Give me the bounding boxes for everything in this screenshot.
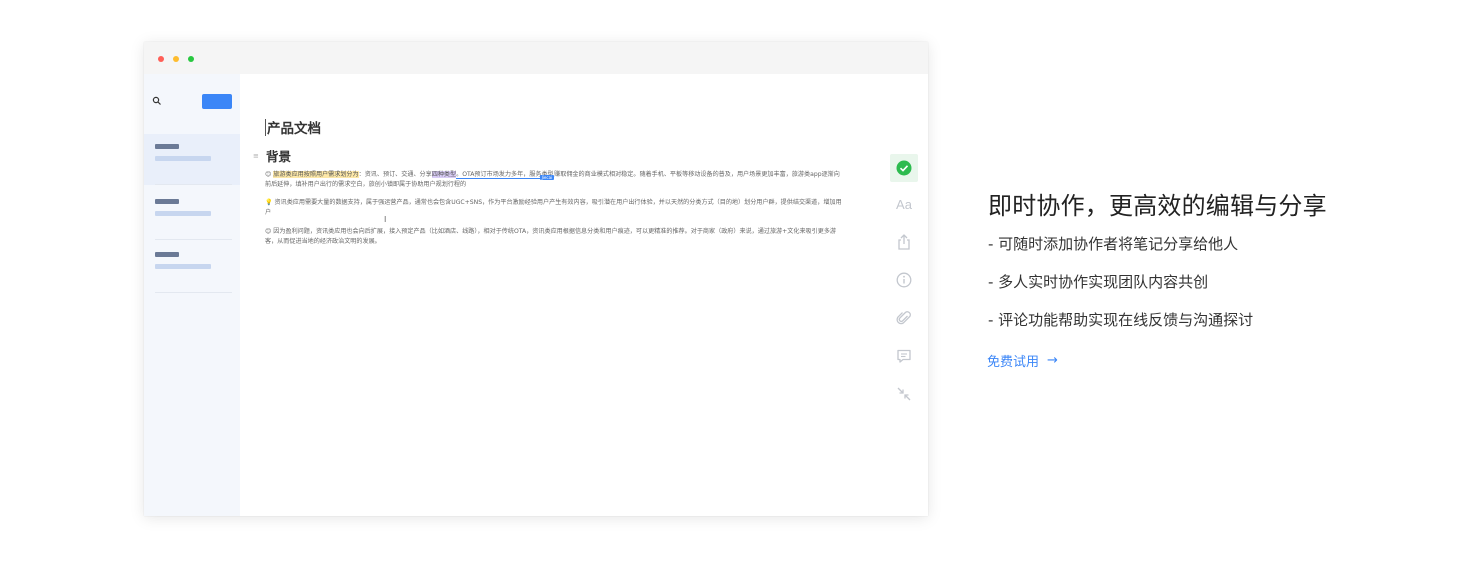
highlighted-text: 四种类型 — [431, 171, 457, 178]
minimize-window-dot[interactable] — [173, 56, 179, 62]
sidebar-note-item[interactable] — [144, 189, 240, 240]
free-trial-label: 免费试用 — [987, 355, 1040, 370]
app-window-preview: 产品文档 ≡ 背景 😊 旅游类应用按照用户需求划分为：资讯、预订、交通、分享四种… — [144, 42, 928, 516]
close-window-dot[interactable] — [158, 56, 164, 62]
highlighted-text: 旅游类应用按照用户需求划分为 — [273, 171, 359, 178]
divider — [155, 292, 232, 293]
feature-item: - 评论功能帮助实现在线反馈与沟通探讨 — [988, 311, 1254, 329]
document-editor[interactable]: 产品文档 ≡ 背景 😊 旅游类应用按照用户需求划分为：资讯、预订、交通、分享四种… — [240, 74, 928, 516]
sidebar-note-item[interactable] — [144, 134, 240, 185]
feature-item: - 多人实时协作实现团队内容共创 — [988, 273, 1209, 291]
new-note-button[interactable] — [202, 94, 232, 109]
note-preview-placeholder — [155, 211, 211, 216]
note-preview-placeholder — [155, 264, 211, 269]
divider — [155, 239, 232, 240]
info-icon — [896, 272, 912, 288]
window-titlebar — [144, 42, 928, 74]
sidebar-note-item[interactable] — [144, 242, 240, 293]
sidebar — [144, 74, 240, 516]
paragraph[interactable]: 💡 资讯类应用需要大量的数据支持，属于强运营产品，通常也会包含UGC+SNS，作… — [265, 198, 843, 218]
ibeam-cursor-icon: I — [384, 215, 387, 224]
attach-button[interactable] — [892, 306, 916, 330]
paragraph[interactable]: 😊 旅游类应用按照用户需求划分为：资讯、预订、交通、分享四种类型。OTA预订市场… — [265, 170, 843, 190]
feature-item: - 可随时添加协作者将笔记分享给他人 — [988, 235, 1239, 253]
paragraph-text: 资讯类应用需要大量的数据支持，属于强运营产品，通常也会包含UGC+SNS，作为平… — [265, 199, 842, 216]
free-trial-link[interactable]: 免费试用 → — [987, 351, 1058, 370]
heading-marker: ≡ — [253, 152, 259, 160]
collaborator-cursor-tag: Jiecai — [539, 175, 555, 180]
document-title[interactable]: 产品文档 — [267, 117, 321, 137]
bulb-emoji: 💡 — [265, 199, 273, 206]
divider — [155, 184, 232, 185]
arrow-right-icon: → — [1047, 353, 1058, 368]
info-button[interactable] — [892, 268, 916, 292]
comment-button[interactable] — [892, 344, 916, 368]
feature-title: 即时协作，更高效的编辑与分享 — [988, 192, 1327, 220]
collapse-icon — [897, 387, 911, 401]
paragraph-text: ：资讯、预订、交通、分享 — [358, 171, 432, 178]
note-title-placeholder — [155, 252, 179, 257]
collapse-button[interactable] — [892, 382, 916, 406]
search-icon[interactable] — [152, 96, 162, 106]
comment-icon — [897, 349, 911, 363]
note-title-placeholder — [155, 144, 179, 149]
paragraph-text: 因为盈利问题，资讯类应用也会向后扩展，接入预定产品（比如酒店、线路），相对于传统… — [265, 228, 837, 245]
share-button[interactable] — [892, 230, 916, 254]
note-preview-placeholder — [155, 156, 211, 161]
font-format-button[interactable]: Aa — [892, 192, 916, 216]
note-title-placeholder — [155, 199, 179, 204]
share-icon — [898, 234, 910, 250]
section-heading[interactable]: 背景 — [266, 146, 291, 165]
maximize-window-dot[interactable] — [188, 56, 194, 62]
paperclip-icon — [896, 311, 911, 325]
smile-emoji: 😊 — [265, 228, 272, 235]
sync-status-button[interactable] — [890, 154, 918, 182]
text-cursor — [265, 119, 266, 136]
paragraph[interactable]: 😊 因为盈利问题，资讯类应用也会向后扩展，接入预定产品（比如酒店、线路），相对于… — [265, 227, 843, 247]
smile-emoji: 😊 — [265, 171, 272, 178]
font-icon: Aa — [896, 196, 912, 212]
check-icon — [896, 160, 912, 176]
